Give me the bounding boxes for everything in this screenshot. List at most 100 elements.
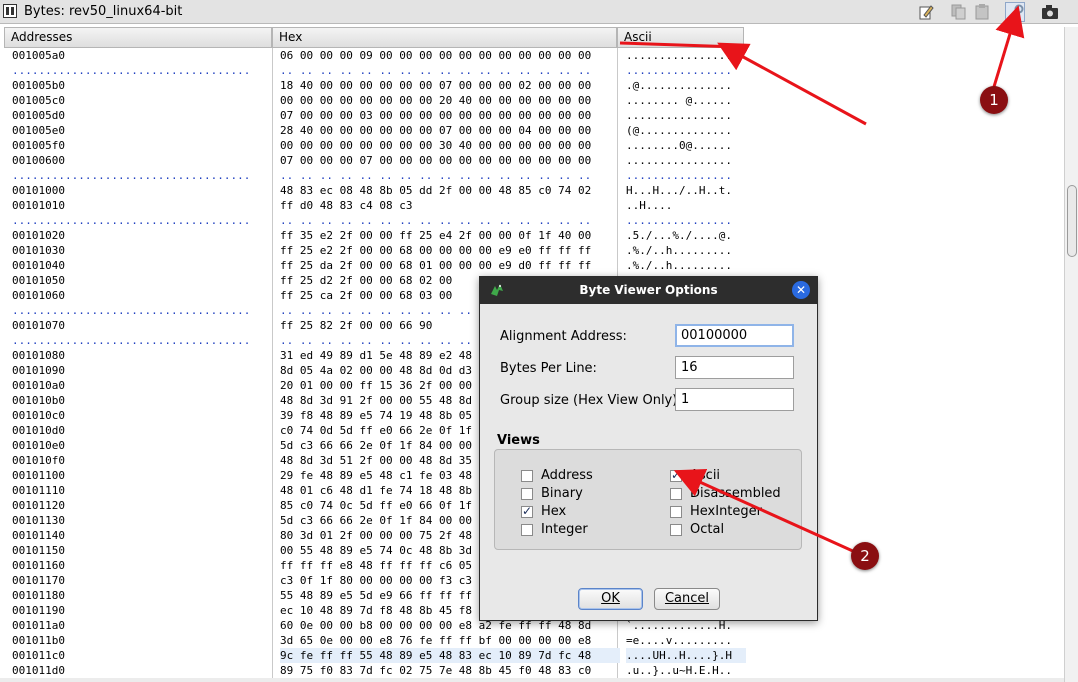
address-cell[interactable]: 00101100 — [12, 468, 272, 483]
close-icon[interactable]: ✕ — [792, 281, 810, 299]
address-cell[interactable]: 001005f0 — [12, 138, 272, 153]
separator-row[interactable]: .................................... — [12, 333, 272, 348]
address-cell[interactable]: 00101000 — [12, 183, 272, 198]
address-cell[interactable]: 001011a0 — [12, 618, 272, 633]
separator-row[interactable]: .................................... — [12, 168, 272, 183]
checkbox-box[interactable] — [521, 523, 533, 536]
address-cell[interactable]: 001010c0 — [12, 408, 272, 423]
address-cell[interactable]: 00101080 — [12, 348, 272, 363]
hex-cell[interactable]: 89 75 f0 83 7d fc 02 75 7e 48 8b 45 f0 4… — [280, 663, 620, 678]
address-cell[interactable]: 001005d0 — [12, 108, 272, 123]
address-cell[interactable]: 00101140 — [12, 528, 272, 543]
hex-cell[interactable]: 18 40 00 00 00 00 00 00 07 00 00 00 02 0… — [280, 78, 620, 93]
snapshot-icon[interactable] — [1040, 2, 1060, 22]
hex-cell[interactable]: 06 00 00 00 09 00 00 00 00 00 00 00 00 0… — [280, 48, 620, 63]
address-cell[interactable]: 00101120 — [12, 498, 272, 513]
ascii-cell[interactable]: .%./..h......... — [626, 258, 746, 273]
address-cell[interactable]: 00101160 — [12, 558, 272, 573]
view-integer-checkbox[interactable]: Integer — [521, 522, 588, 537]
ascii-cell[interactable]: ................ — [626, 108, 746, 123]
view-hex-checkbox[interactable]: Hex — [521, 504, 566, 519]
address-cell[interactable]: 00101190 — [12, 603, 272, 618]
hex-cell[interactable]: 9c fe ff ff 55 48 89 e5 48 83 ec 10 89 7… — [280, 648, 620, 663]
address-cell[interactable]: 001010b0 — [12, 393, 272, 408]
ascii-cell[interactable]: .u..}..u~H.E.H.. — [626, 663, 746, 678]
address-cell[interactable]: 001010d0 — [12, 423, 272, 438]
checkbox-box[interactable] — [670, 523, 682, 536]
view-octal-checkbox[interactable]: Octal — [670, 522, 724, 537]
address-cell[interactable]: 001011c0 — [12, 648, 272, 663]
address-cell[interactable]: 001011b0 — [12, 633, 272, 648]
separator-row[interactable]: .. .. .. .. .. .. .. .. .. .. .. .. .. .… — [280, 63, 620, 78]
separator-row[interactable]: .. .. .. .. .. .. .. .. .. .. .. .. .. .… — [280, 213, 620, 228]
cancel-button[interactable]: Cancel — [654, 588, 720, 610]
hex-cell[interactable]: ff 35 e2 2f 00 00 ff 25 e4 2f 00 00 0f 1… — [280, 228, 620, 243]
view-disassembled-checkbox[interactable]: Disassembled — [670, 486, 781, 501]
column-header-hex[interactable]: Hex — [272, 27, 617, 48]
separator-row[interactable]: .................................... — [12, 213, 272, 228]
column-header-addresses[interactable]: Addresses — [4, 27, 272, 48]
hex-cell[interactable]: ff 25 e2 2f 00 00 68 00 00 00 00 e9 e0 f… — [280, 243, 620, 258]
edit-icon[interactable] — [916, 2, 936, 22]
hex-cell[interactable]: 00 00 00 00 00 00 00 00 30 40 00 00 00 0… — [280, 138, 620, 153]
scrollbar-thumb[interactable] — [1067, 185, 1077, 257]
checkbox-box-checked[interactable] — [521, 504, 533, 518]
address-cell[interactable]: 00101150 — [12, 543, 272, 558]
ascii-cell[interactable]: H...H.../..H..t. — [626, 183, 746, 198]
address-cell[interactable]: 001005e0 — [12, 123, 272, 138]
address-cell[interactable]: 00101060 — [12, 288, 272, 303]
ascii-cell[interactable]: ........ @...... — [626, 93, 746, 108]
address-cell[interactable]: 001010a0 — [12, 378, 272, 393]
address-cell[interactable]: 00100600 — [12, 153, 272, 168]
address-cell[interactable]: 001011d0 — [12, 663, 272, 678]
checkbox-box[interactable] — [670, 505, 682, 518]
address-cell[interactable]: 00101040 — [12, 258, 272, 273]
alignment-address-input[interactable]: 00100000 — [675, 324, 794, 347]
ascii-cell[interactable]: ................ — [626, 153, 746, 168]
checkbox-box-checked[interactable] — [670, 468, 682, 482]
separator-row[interactable]: .................................... — [12, 63, 272, 78]
copy-icon[interactable] — [949, 2, 969, 22]
separator-row[interactable]: .. .. .. .. .. .. .. .. .. .. .. .. .. .… — [280, 168, 620, 183]
hex-cell[interactable]: ff d0 48 83 c4 08 c3 — [280, 198, 620, 213]
ascii-cell[interactable]: .5./...%./....@. — [626, 228, 746, 243]
hex-cell[interactable]: 3d 65 0e 00 00 e8 76 fe ff ff bf 00 00 0… — [280, 633, 620, 648]
address-cell[interactable]: 00101050 — [12, 273, 272, 288]
hex-cell[interactable]: 28 40 00 00 00 00 00 00 07 00 00 00 04 0… — [280, 123, 620, 138]
ascii-cell[interactable]: ................ — [626, 48, 746, 63]
address-cell[interactable]: 00101170 — [12, 573, 272, 588]
bytes-per-line-input[interactable]: 16 — [675, 356, 794, 379]
address-cell[interactable]: 001005b0 — [12, 78, 272, 93]
hex-cell[interactable]: 48 83 ec 08 48 8b 05 dd 2f 00 00 48 85 c… — [280, 183, 620, 198]
checkbox-box[interactable] — [521, 487, 533, 500]
address-cell[interactable]: 00101010 — [12, 198, 272, 213]
column-header-ascii[interactable]: Ascii — [617, 27, 744, 48]
address-cell[interactable]: 00101070 — [12, 318, 272, 333]
view-hexinteger-checkbox[interactable]: HexInteger — [670, 504, 762, 519]
hex-cell[interactable]: 00 00 00 00 00 00 00 00 20 40 00 00 00 0… — [280, 93, 620, 108]
vertical-scrollbar[interactable] — [1064, 27, 1078, 682]
address-cell[interactable]: 00101110 — [12, 483, 272, 498]
view-binary-checkbox[interactable]: Binary — [521, 486, 583, 501]
view-address-checkbox[interactable]: Address — [521, 468, 593, 483]
address-cell[interactable]: 00101020 — [12, 228, 272, 243]
hex-cell[interactable]: ff 25 da 2f 00 00 68 01 00 00 00 e9 d0 f… — [280, 258, 620, 273]
group-size-input[interactable]: 1 — [675, 388, 794, 411]
address-cell[interactable]: 001010f0 — [12, 453, 272, 468]
hex-cell[interactable]: 07 00 00 00 03 00 00 00 00 00 00 00 00 0… — [280, 108, 620, 123]
ascii-cell[interactable]: ..H.... — [626, 198, 746, 213]
options-wrench-icon[interactable] — [1005, 2, 1025, 22]
ascii-cell[interactable]: ....UH..H....}.H — [626, 648, 746, 663]
address-cell[interactable]: 00101130 — [12, 513, 272, 528]
hex-cell[interactable]: 07 00 00 00 07 00 00 00 00 00 00 00 00 0… — [280, 153, 620, 168]
separator-row[interactable]: ................ — [626, 63, 746, 78]
ascii-cell[interactable]: .@.............. — [626, 78, 746, 93]
paste-icon[interactable] — [972, 2, 992, 22]
separator-row[interactable]: ................ — [626, 168, 746, 183]
ascii-cell[interactable]: .%./..h......... — [626, 243, 746, 258]
separator-row[interactable]: .................................... — [12, 303, 272, 318]
ascii-cell[interactable]: =e....v......... — [626, 633, 746, 648]
address-cell[interactable]: 00101180 — [12, 588, 272, 603]
ascii-cell[interactable]: ........0@...... — [626, 138, 746, 153]
ok-button[interactable]: OK — [578, 588, 643, 610]
